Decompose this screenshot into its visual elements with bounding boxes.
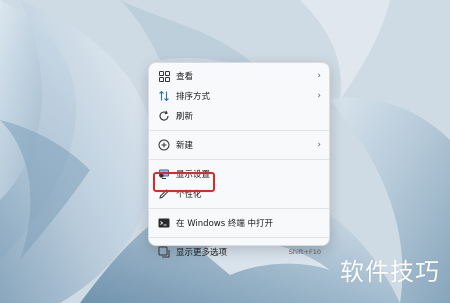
sort-arrows-icon bbox=[158, 90, 170, 102]
menu-item-show-more-options[interactable]: 显示更多选项 Shift+F10 bbox=[149, 242, 329, 262]
menu-item-refresh[interactable]: 刷新 bbox=[149, 106, 329, 126]
chevron-right-icon: › bbox=[317, 71, 321, 81]
chevron-right-icon: › bbox=[317, 91, 321, 101]
menu-item-label: 排序方式 bbox=[176, 92, 211, 102]
menu-item-label: 查看 bbox=[176, 72, 194, 82]
desktop[interactable]: 查看 › 排序方式 › 刷新 新建 › 显示设置 个性化 在 Windows 终… bbox=[0, 0, 450, 303]
menu-divider bbox=[149, 208, 329, 209]
menu-item-view[interactable]: 查看 › bbox=[149, 66, 329, 86]
menu-item-label: 在 Windows 终端 中打开 bbox=[176, 219, 274, 229]
menu-item-open-in-terminal[interactable]: 在 Windows 终端 中打开 bbox=[149, 213, 329, 233]
menu-divider bbox=[149, 130, 329, 131]
menu-divider bbox=[149, 159, 329, 160]
highlight-box bbox=[153, 172, 215, 192]
menu-item-sort-by[interactable]: 排序方式 › bbox=[149, 86, 329, 106]
more-options-icon bbox=[158, 246, 170, 258]
menu-item-label: 新建 bbox=[176, 141, 194, 151]
refresh-icon bbox=[158, 110, 170, 122]
terminal-icon bbox=[158, 217, 170, 229]
grid-icon bbox=[158, 70, 170, 82]
menu-item-label: 刷新 bbox=[176, 112, 194, 122]
watermark-text: 软件技巧 bbox=[340, 258, 440, 286]
menu-item-new[interactable]: 新建 › bbox=[149, 135, 329, 155]
shortcut-hint: Shift+F10 bbox=[288, 248, 321, 256]
new-plus-icon bbox=[158, 139, 170, 151]
menu-item-label: 显示更多选项 bbox=[176, 248, 228, 258]
menu-divider bbox=[149, 237, 329, 238]
desktop-context-menu: 查看 › 排序方式 › 刷新 新建 › 显示设置 个性化 在 Windows 终… bbox=[148, 62, 330, 258]
chevron-right-icon: › bbox=[317, 140, 321, 150]
